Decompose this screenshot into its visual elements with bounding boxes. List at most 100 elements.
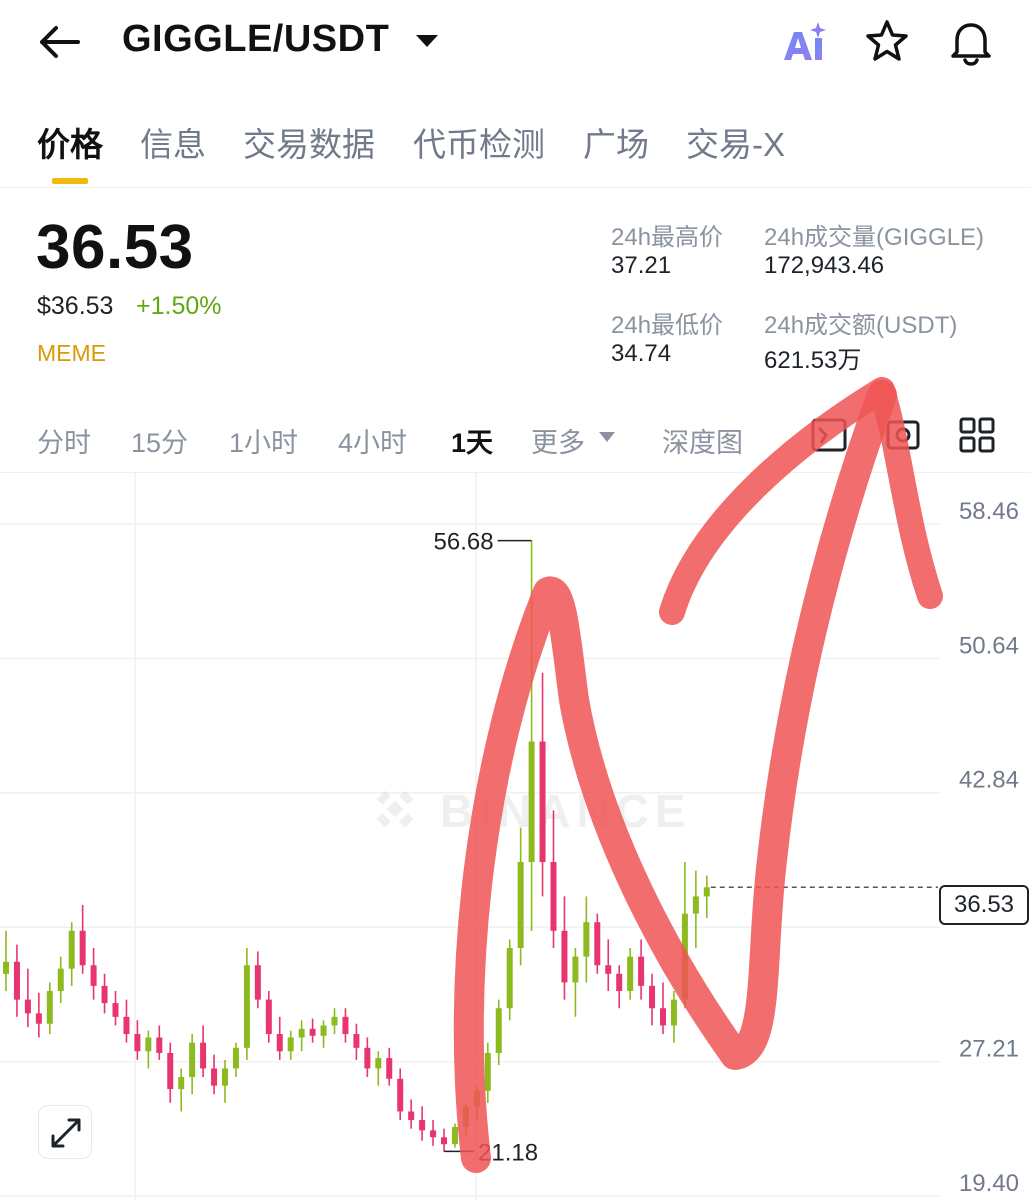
candle-body bbox=[572, 956, 579, 983]
indicator-icon[interactable] bbox=[808, 414, 850, 456]
tab-square[interactable]: 广场 bbox=[583, 118, 649, 166]
candle-body bbox=[331, 1016, 338, 1026]
candle-body bbox=[243, 965, 250, 1048]
candle-body bbox=[539, 741, 546, 862]
candle-body bbox=[473, 1090, 480, 1107]
high-marker-label: 56.68 bbox=[434, 529, 494, 556]
candle-body bbox=[649, 985, 656, 1009]
ai-icon[interactable] bbox=[778, 16, 828, 68]
candle-body bbox=[101, 985, 108, 1004]
grid-layout-icon[interactable] bbox=[956, 414, 998, 456]
pair-title[interactable]: GIGGLE/USDT bbox=[122, 18, 389, 61]
interval-15m[interactable]: 15分 bbox=[131, 421, 188, 460]
y-tick-label: 27.21 bbox=[959, 1036, 1019, 1063]
interval-time[interactable]: 分时 bbox=[37, 421, 91, 460]
candlestick-chart[interactable]: BINANCE 56.6821.18 58.4650.6442.8435.022… bbox=[0, 473, 1031, 1200]
star-icon[interactable] bbox=[862, 16, 912, 68]
back-arrow-icon[interactable] bbox=[36, 20, 84, 64]
candle-body bbox=[430, 1130, 437, 1138]
candle-body bbox=[408, 1111, 415, 1121]
tab-token-check[interactable]: 代币检测 bbox=[413, 118, 545, 166]
candle-body bbox=[419, 1120, 426, 1131]
y-tick-label: 42.84 bbox=[959, 767, 1019, 794]
candle-body bbox=[627, 956, 634, 992]
candle-body bbox=[46, 991, 53, 1024]
candle-body bbox=[24, 999, 31, 1014]
interval-1d[interactable]: 1天 bbox=[451, 421, 493, 460]
candle-body bbox=[145, 1037, 152, 1052]
more-caret-icon[interactable] bbox=[597, 430, 617, 444]
candle-body bbox=[528, 741, 535, 862]
category-tag[interactable]: MEME bbox=[37, 340, 106, 367]
tab-trading-data[interactable]: 交易数据 bbox=[243, 118, 375, 166]
candle-body bbox=[375, 1058, 382, 1069]
candle-body bbox=[189, 1042, 196, 1078]
candle-body bbox=[484, 1052, 491, 1091]
candle-body bbox=[320, 1025, 327, 1036]
high-label: 24h最高价 bbox=[611, 224, 724, 251]
candle-body bbox=[386, 1058, 393, 1079]
candle-body bbox=[550, 862, 557, 931]
drawing-tool-icon[interactable] bbox=[882, 414, 924, 456]
candle-body bbox=[13, 961, 20, 1000]
change-percent: +1.50% bbox=[136, 292, 222, 320]
fiat-price: $36.53 bbox=[37, 292, 114, 320]
candle-body bbox=[134, 1034, 141, 1052]
candle-body bbox=[68, 930, 75, 969]
candle-body bbox=[178, 1077, 185, 1090]
candle-body bbox=[254, 965, 261, 1000]
candle-body bbox=[397, 1078, 404, 1112]
candle-body bbox=[211, 1068, 218, 1086]
candle-body bbox=[561, 930, 568, 983]
candle-body bbox=[605, 965, 612, 974]
price-chart[interactable]: BINANCE 56.6821.18 58.4650.6442.8435.022… bbox=[0, 472, 1031, 1200]
volume-base-label: 24h成交量(GIGGLE) bbox=[764, 224, 985, 251]
depth-chart-tab[interactable]: 深度图 bbox=[662, 421, 743, 460]
y-axis: 58.4650.6442.8435.0227.2119.40 bbox=[959, 498, 1019, 1197]
candle-body bbox=[583, 922, 590, 957]
low-label: 24h最低价 bbox=[611, 312, 724, 339]
candle-body bbox=[616, 973, 623, 992]
candle-body bbox=[342, 1016, 349, 1035]
chevron-down-icon[interactable] bbox=[414, 32, 440, 50]
candle-body bbox=[265, 999, 272, 1035]
y-tick-label: 50.64 bbox=[959, 633, 1019, 660]
interval-1h[interactable]: 1小时 bbox=[229, 421, 298, 460]
expand-icon[interactable] bbox=[38, 1105, 92, 1159]
tab-price[interactable]: 价格 bbox=[37, 118, 103, 166]
candle-body bbox=[506, 948, 513, 1009]
candle-body bbox=[638, 956, 645, 986]
candle-body bbox=[200, 1042, 207, 1069]
high-value: 37.21 bbox=[611, 252, 672, 279]
low-value: 34.74 bbox=[611, 340, 672, 367]
volume-quote-value: 621.53万 bbox=[764, 347, 862, 374]
tab-trade-x[interactable]: 交易-X bbox=[686, 118, 785, 166]
candle-body bbox=[298, 1028, 305, 1038]
top-bar: GIGGLE/USDT bbox=[0, 0, 1031, 88]
candle-body bbox=[703, 887, 710, 897]
candle-body bbox=[3, 961, 9, 974]
candle-body bbox=[79, 930, 86, 966]
watermark-text: BINANCE bbox=[440, 785, 692, 837]
tab-info[interactable]: 信息 bbox=[140, 118, 206, 166]
candle-body bbox=[670, 999, 677, 1026]
y-tick-label: 19.40 bbox=[959, 1170, 1019, 1197]
candle-body bbox=[660, 1008, 666, 1026]
volume-quote-label: 24h成交额(USDT) bbox=[764, 312, 958, 339]
candle-body bbox=[451, 1126, 458, 1145]
candle-body bbox=[364, 1047, 371, 1069]
candle-body bbox=[462, 1106, 469, 1127]
interval-4h[interactable]: 4小时 bbox=[338, 421, 407, 460]
candle-body bbox=[692, 896, 699, 914]
candle-body bbox=[232, 1047, 239, 1069]
candle-body bbox=[123, 1016, 130, 1035]
candle-body bbox=[90, 965, 97, 986]
candle-body bbox=[287, 1037, 294, 1052]
y-tick-label: 58.46 bbox=[959, 498, 1019, 525]
interval-more[interactable]: 更多 bbox=[531, 421, 585, 460]
active-tab-indicator bbox=[52, 178, 88, 184]
current-price-badge: 36.53 bbox=[939, 885, 1029, 925]
candle-body bbox=[57, 968, 64, 992]
bell-icon[interactable] bbox=[946, 16, 996, 68]
candles bbox=[3, 540, 710, 1152]
